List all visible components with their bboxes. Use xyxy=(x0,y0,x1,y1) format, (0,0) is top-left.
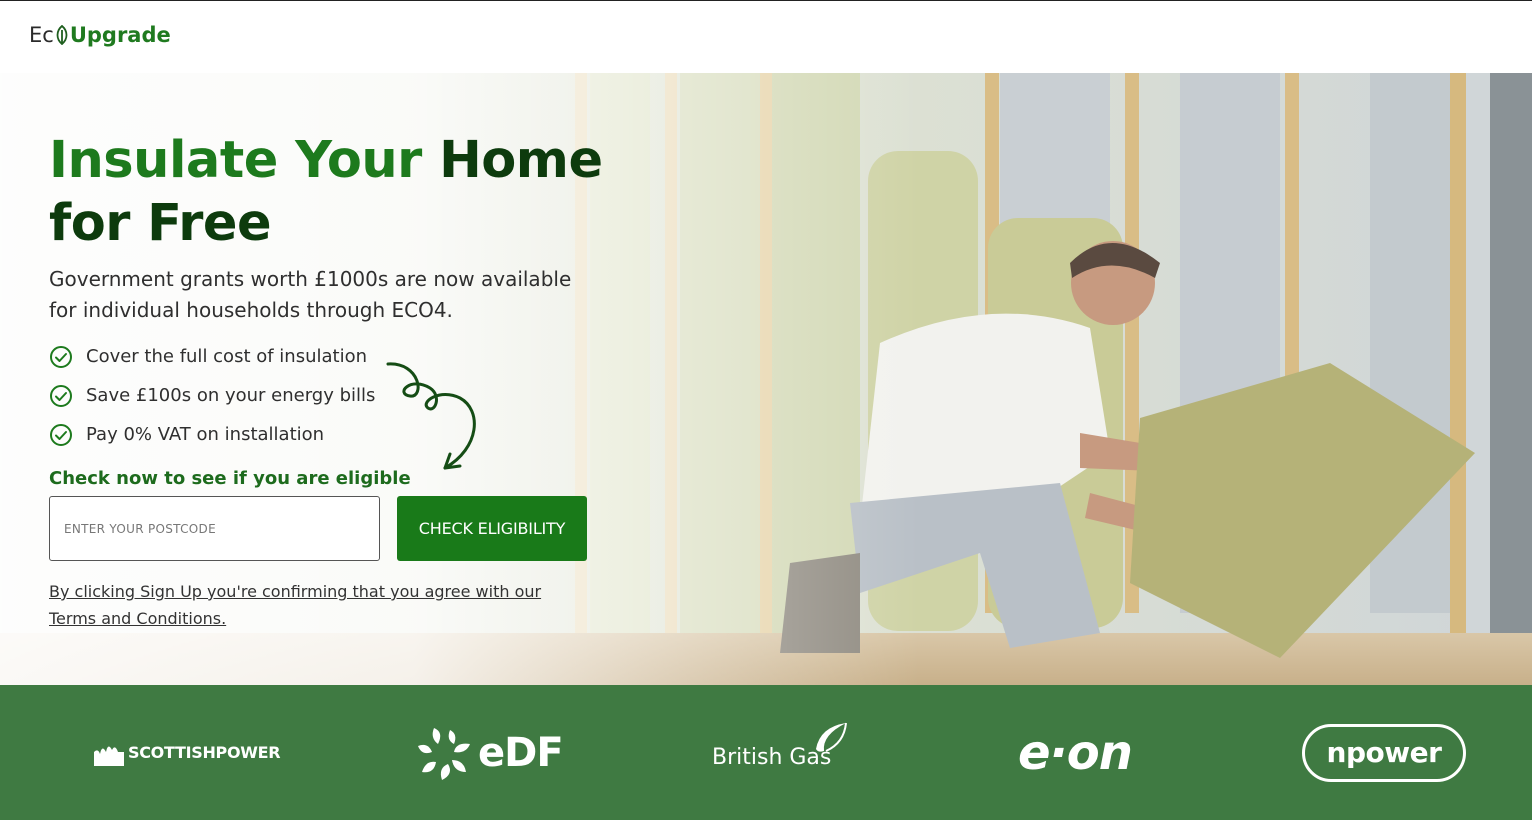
edf-flower-icon xyxy=(418,727,470,780)
benefits-list: Cover the full cost of insulation Save £… xyxy=(49,337,375,454)
postcode-input[interactable] xyxy=(49,496,380,561)
scottishpower-text: SCOTTISHPOWER xyxy=(128,743,281,762)
logo-text-upgrade: Upgrade xyxy=(69,23,171,47)
headline-part-3: for Free xyxy=(49,194,272,253)
scottishpower-tree-icon xyxy=(94,745,124,766)
list-item: Pay 0% VAT on installation xyxy=(49,415,375,454)
hero-section: Insulate Your Home for Free Government g… xyxy=(0,73,1532,685)
leaf-icon xyxy=(56,25,68,45)
headline-part-1: Insulate Your xyxy=(49,131,422,190)
edf-logo: eDF xyxy=(414,685,564,820)
npower-text: npower xyxy=(1326,736,1442,769)
check-eligibility-button[interactable]: CHECK ELIGIBILITY xyxy=(397,496,587,561)
scottishpower-logo: SCOTTISHPOWER xyxy=(92,685,281,820)
npower-pill: npower xyxy=(1302,723,1466,782)
british-gas-logo: British Gas xyxy=(712,685,847,820)
eligibility-prompt: Check now to see if you are eligible xyxy=(49,468,411,489)
check-circle-icon xyxy=(50,384,72,407)
headline-part-2: Home xyxy=(439,131,603,190)
partner-logos-bar: SCOTTISHPOWER eDF British Gas e·on npowe… xyxy=(0,685,1532,820)
curly-arrow-icon xyxy=(386,362,476,470)
list-item: Save £100s on your energy bills xyxy=(49,376,375,415)
list-item: Cover the full cost of insulation xyxy=(49,337,375,376)
eon-logo: e·on xyxy=(1018,685,1133,820)
site-logo[interactable]: Ec Upgrade xyxy=(29,22,171,48)
hero-subtitle: Government grants worth £1000s are now a… xyxy=(49,267,572,322)
benefit-text: Save £100s on your energy bills xyxy=(86,385,376,406)
top-navbar: Ec Upgrade xyxy=(0,0,1532,73)
benefit-text: Cover the full cost of insulation xyxy=(86,346,368,367)
check-circle-icon xyxy=(50,345,72,368)
terms-link[interactable]: By clicking Sign Up you're confirming th… xyxy=(49,578,589,632)
benefit-text: Pay 0% VAT on installation xyxy=(86,424,325,445)
logo-text-eco: Ec xyxy=(29,23,54,47)
eon-text: e·on xyxy=(1018,724,1133,781)
check-circle-icon xyxy=(50,423,72,446)
npower-logo: npower xyxy=(1302,685,1466,820)
edf-text: eDF xyxy=(478,729,564,776)
british-gas-flame-icon xyxy=(816,722,847,752)
hero-headline: Insulate Your Home for Free xyxy=(49,129,609,255)
